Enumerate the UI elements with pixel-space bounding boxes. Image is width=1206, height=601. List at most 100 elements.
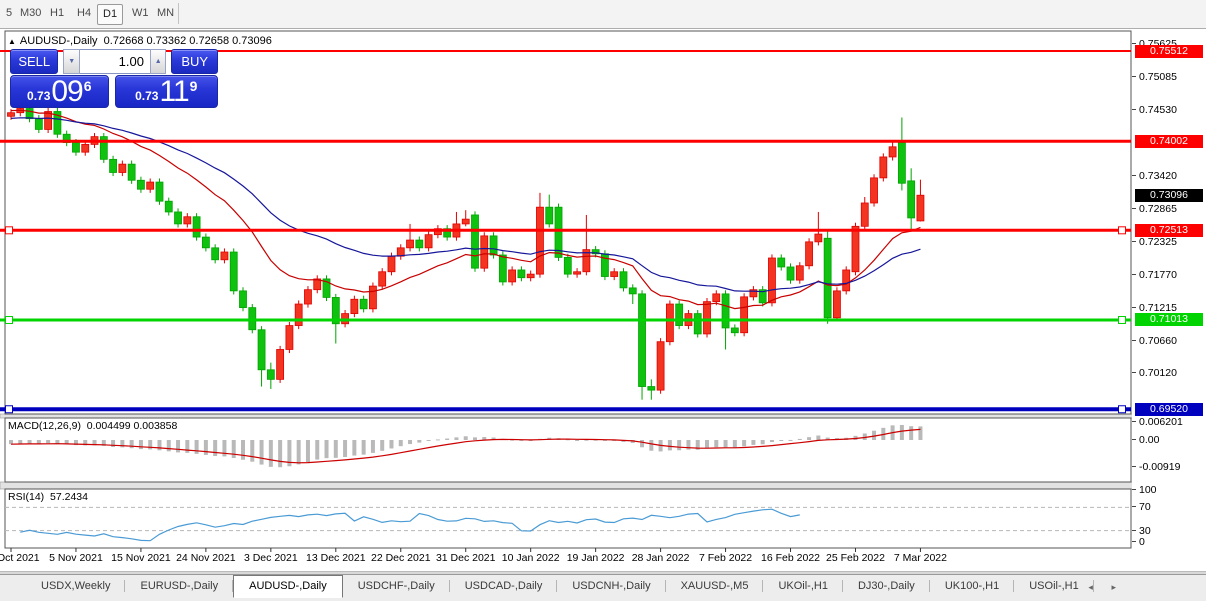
volume-decrease-button[interactable]: ▼ (63, 49, 80, 74)
macd-bar (278, 440, 283, 468)
tab-audusd-daily[interactable]: AUDUSD-,Daily (233, 575, 343, 598)
hline-0.72513[interactable] (0, 226, 1131, 235)
timeframe-button-d1[interactable]: D1 (97, 4, 124, 25)
macd-bar (575, 440, 580, 441)
date-axis[interactable]: 27 Oct 2021 5 Nov 2021 15 Nov 2021 24 Nov 2… (0, 548, 947, 564)
date-label: 7 Feb 2022 (699, 552, 752, 564)
timeframe-button-m30[interactable]: M30 (15, 4, 46, 23)
line-handle[interactable] (1118, 405, 1126, 414)
macd-bar (723, 440, 728, 448)
macd-bar (463, 436, 468, 440)
macd-bar (241, 440, 245, 460)
hline-0.71013[interactable] (0, 315, 1131, 324)
chart-canvas[interactable]: 27 Oct 2021 5 Nov 2021 15 Nov 2021 24 Nov 2… (0, 30, 1132, 567)
tab-xauusd-m5[interactable]: XAUUSD-,M5 (666, 576, 764, 596)
panel-splitter[interactable] (0, 413, 1132, 419)
one-click-trading-panel: SELL ▼ ▲ BUY 0.73 09 6 0.73 11 9 (10, 49, 218, 108)
date-label: 16 Feb 2022 (761, 552, 820, 564)
macd-bar (677, 440, 682, 451)
macd-tick-label: -0.00919 (1132, 461, 1206, 473)
macd-indicator-label: MACD(12,26,9) 0.004499 0.003858 (8, 420, 177, 432)
macd-bar (27, 440, 32, 444)
volume-increase-button[interactable]: ▲ (149, 49, 167, 74)
line-handle[interactable] (5, 315, 13, 324)
candle-body (573, 271, 581, 275)
date-label: 10 Jan 2022 (502, 552, 560, 564)
timeframe-button-mn[interactable]: MN (152, 4, 179, 23)
candle-body (72, 142, 80, 153)
tab-uk100-h1[interactable]: UK100-,H1 (930, 576, 1015, 596)
tab-usoil-h1[interactable]: USOil-,H1 (1014, 576, 1094, 596)
candle-body (34, 118, 43, 130)
macd-bar (807, 437, 812, 440)
macd-bar (742, 440, 747, 447)
sell-price-panel[interactable]: 0.73 09 6 (10, 75, 109, 108)
buy-price-prefix: 0.73 (135, 89, 159, 103)
macd-bar (343, 440, 348, 457)
sell-button[interactable]: SELL (10, 49, 59, 74)
macd-bar (760, 440, 765, 445)
line-handle[interactable] (1118, 226, 1126, 235)
candle-body (675, 303, 684, 326)
macd-bar (9, 440, 13, 445)
candle-body (229, 251, 238, 292)
rsi-panel-frame (4, 488, 1132, 549)
candle-body (239, 290, 247, 309)
volume-input[interactable] (79, 49, 150, 74)
candle-body (786, 266, 795, 281)
tab-dj30-daily[interactable]: DJ30-,Daily (843, 576, 930, 596)
macd-bar (779, 440, 784, 441)
candle-body (174, 211, 182, 225)
line-handle[interactable] (1118, 315, 1126, 324)
macd-bar (751, 440, 756, 445)
tabs-scroll-left-icon[interactable]: ◂ (1088, 582, 1101, 592)
sell-price-prefix: 0.73 (27, 89, 51, 103)
panel-splitter[interactable] (0, 481, 1132, 490)
timeframe-button-h1[interactable]: H1 (45, 4, 69, 23)
date-label: 31 Dec 2021 (436, 552, 496, 564)
price-tick-label: 0.71215 (1132, 302, 1206, 314)
candle-body (730, 327, 739, 334)
price-tick-label: 0.73420 (1132, 170, 1206, 182)
tab-usdchf-daily[interactable]: USDCHF-,Daily (343, 576, 450, 596)
macd-bar (259, 440, 264, 465)
candle-body (192, 216, 201, 238)
arrow-down-icon: ▼ (68, 58, 76, 65)
timeframe-button-w1[interactable]: W1 (127, 4, 154, 23)
candle-body (814, 233, 823, 243)
candle-body (638, 293, 646, 387)
candle-body (703, 301, 711, 335)
tab-usdcad-daily[interactable]: USDCAD-,Daily (450, 576, 558, 596)
date-label: 27 Oct 2021 (0, 552, 40, 564)
price-axis[interactable]: 0.756250.750850.745300.734200.728650.723… (1132, 30, 1206, 567)
macd-bar (157, 440, 162, 451)
tab-usdx-weekly[interactable]: USDX,Weekly (26, 576, 126, 596)
candle-body (387, 255, 396, 273)
line-handle[interactable] (5, 226, 13, 235)
candle-body (489, 235, 498, 256)
tabs-scroll-right-icon[interactable]: ▸ (1111, 582, 1124, 592)
timeframe-button-h4[interactable]: H4 (72, 4, 96, 23)
tab-eurusd-daily[interactable]: EURUSD-,Daily (125, 576, 233, 596)
macd-bar (231, 440, 236, 459)
macd-bar (36, 440, 41, 444)
candle-body (294, 303, 303, 326)
buy-price-panel[interactable]: 0.73 11 9 (114, 75, 218, 108)
macd-bar (899, 424, 904, 440)
candle-body (693, 313, 702, 335)
level-price-badge: 0.74002 (1135, 134, 1203, 148)
tab-ukoil-h1[interactable]: UKOil-,H1 (763, 576, 843, 596)
candle-body (536, 206, 544, 275)
candle-body (545, 206, 554, 225)
macd-bar (213, 440, 218, 457)
collapse-triangle-icon[interactable]: ▲ (8, 37, 16, 46)
line-handle[interactable] (5, 405, 13, 414)
macd-tick-label: 0.006201 (1132, 416, 1206, 428)
candle-body (127, 163, 136, 181)
candle-body (656, 341, 665, 391)
buy-button[interactable]: BUY (171, 49, 218, 74)
macd-bar (816, 435, 821, 440)
hline-0.69520[interactable] (0, 405, 1131, 414)
candle-body (118, 163, 127, 173)
tab-usdcnh-daily[interactable]: USDCNH-,Daily (557, 576, 666, 596)
